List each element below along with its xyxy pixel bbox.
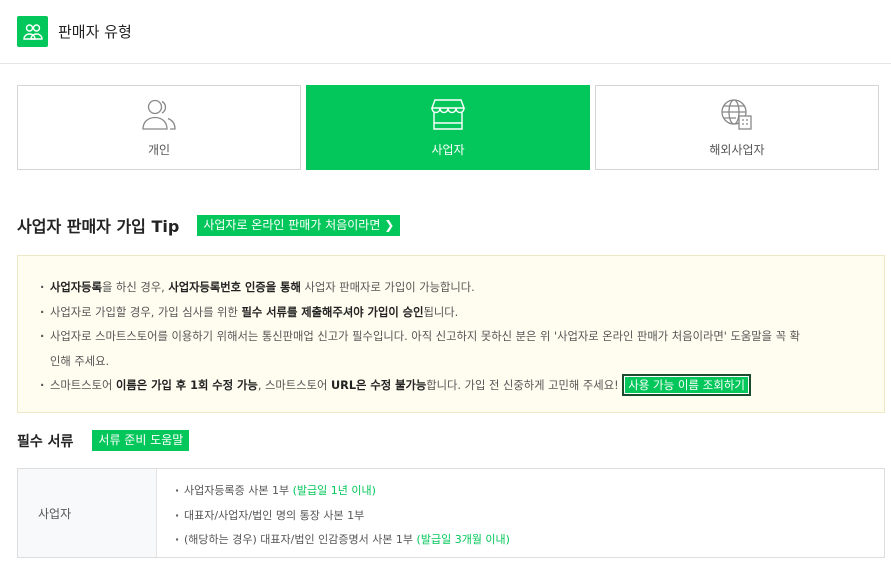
seller-type-individual[interactable]: 개인	[17, 85, 301, 170]
notice-item: 사업자로 스마트스토어를 이용하기 위해서는 통신판매업 신고가 필수입니다. …	[40, 325, 862, 374]
tip-section-header: 사업자 판매자 가입 Tip 사업자로 온라인 판매가 처음이라면 ❯	[17, 213, 401, 237]
chevron-right-icon: ❯	[384, 217, 395, 232]
page-header: 판매자 유형	[0, 0, 891, 64]
notice-box: 사업자등록을 하신 경우, 사업자등록번호 인증을 통해 사업자 판매자로 가입…	[17, 255, 885, 413]
seller-type-selector: 개인 사업자 해외사업자	[17, 85, 879, 170]
documents-title: 필수 서류	[17, 433, 74, 450]
seller-type-overseas[interactable]: 해외사업자	[595, 85, 879, 170]
document-item: 사업자등록증 사본 1부 (발급일 1년 이내)	[175, 479, 510, 504]
documents-table: 사업자 사업자등록증 사본 1부 (발급일 1년 이내) 대표자/사업자/법인 …	[17, 468, 885, 558]
store-icon	[430, 98, 466, 133]
page-title: 판매자 유형	[58, 23, 132, 41]
seller-group-icon	[17, 16, 48, 47]
notice-item: 사업자로 가입할 경우, 가입 심사를 위한 필수 서류를 제출해주셔야 가입이…	[40, 301, 862, 326]
seller-type-label: 개인	[147, 142, 171, 157]
person-icon	[142, 98, 176, 133]
notice-item: 사업자등록을 하신 경우, 사업자등록번호 인증을 통해 사업자 판매자로 가입…	[40, 276, 862, 301]
notice-item: 스마트스토어 이름은 가입 후 1회 수정 가능, 스마트스토어 URL은 수정…	[40, 374, 862, 399]
document-help-button[interactable]: 서류 준비 도움말	[92, 430, 190, 451]
check-name-availability-button[interactable]: 사용 가능 이름 조회하기	[622, 374, 751, 396]
document-item: (해당하는 경우) 대표자/법인 인감증명서 사본 1부 (발급일 3개월 이내…	[175, 528, 510, 553]
document-item: 대표자/사업자/법인 명의 통장 사본 1부	[175, 504, 510, 529]
seller-type-label: 사업자	[431, 142, 465, 157]
first-time-business-help-button[interactable]: 사업자로 온라인 판매가 처음이라면 ❯	[197, 214, 401, 236]
seller-type-business[interactable]: 사업자	[306, 85, 590, 170]
documents-section-header: 필수 서류 서류 준비 도움말	[17, 430, 190, 451]
globe-building-icon	[720, 98, 754, 133]
documents-row-label: 사업자	[18, 469, 157, 557]
seller-type-label: 해외사업자	[709, 142, 765, 157]
tip-title: 사업자 판매자 가입 Tip	[17, 217, 180, 236]
